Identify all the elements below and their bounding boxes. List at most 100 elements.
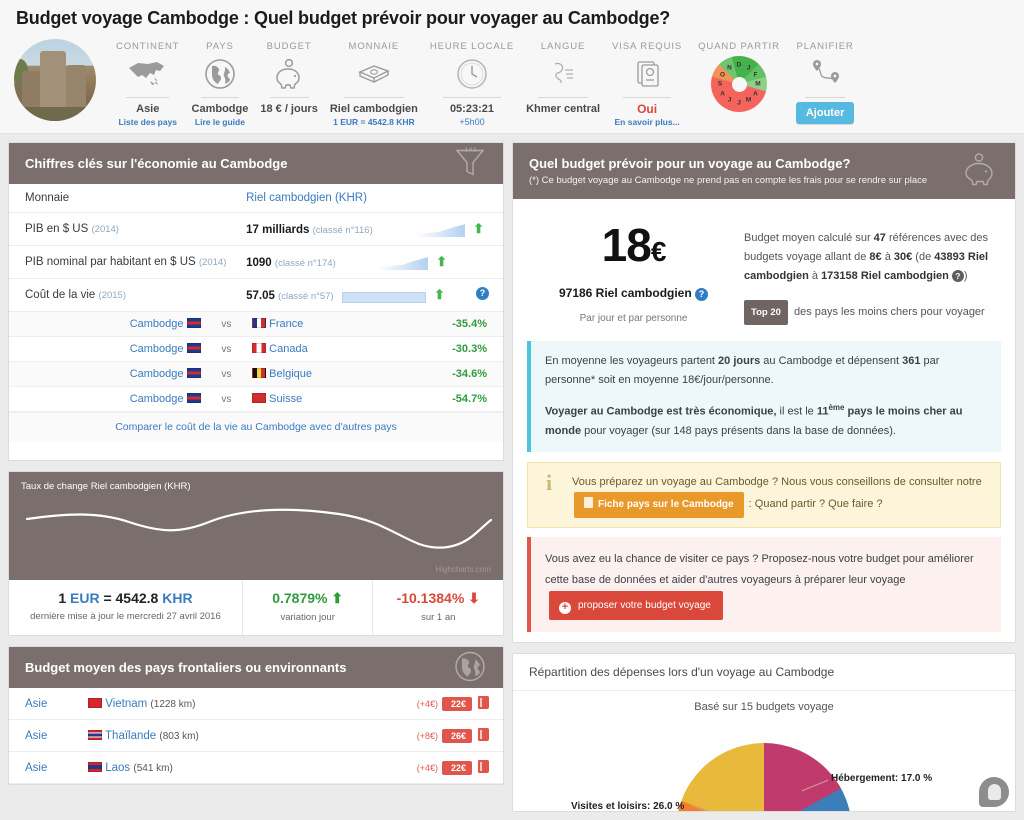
row-year: (2014) (198, 257, 227, 268)
month-label-J-1: J (746, 64, 751, 72)
row-key: Coût de la vie (25, 289, 96, 301)
flag-kh (186, 318, 201, 328)
fact-heure-locale: HEURE LOCALE 05:23:21 +5h00 (424, 41, 520, 129)
help-icon[interactable]: ? (695, 288, 709, 301)
country-link-left[interactable]: Cambodge (130, 393, 184, 405)
month-wheel[interactable]: DJFMAMJJASON (711, 56, 767, 112)
row-key: PIB nominal par habitant en $ US (25, 256, 196, 268)
country-link-right[interactable]: Canada (269, 343, 308, 355)
flag-kh (186, 393, 201, 403)
vs-label: vs (206, 361, 247, 387)
exchange-rate-footer: 1 EUR = 4542.8 KHR dernière mise à jour … (9, 580, 503, 635)
month-wheel-icon[interactable]: DJFMAMJJASON (698, 54, 780, 114)
delta-value: -34.6% (404, 361, 503, 387)
svg-text:1 0 1: 1 0 1 (465, 147, 476, 153)
delta: (+8€) (416, 731, 438, 741)
propose-budget-block: Vous avez eu la chance de visiter ce pay… (527, 536, 1001, 632)
table-row: Cambodge vs France -35.4% (9, 312, 503, 337)
table-row: Asie Thaïlande (803 km) (+8€) 26€ (9, 719, 503, 752)
top-text: des pays les moins chers pour voyager (793, 306, 985, 318)
expense-panel-title: Répartition des dépenses lors d'un voyag… (513, 654, 1015, 691)
row-year: (2015) (98, 290, 126, 301)
table-row: Coût de la vie (2015) 57.05 (classé n°57… (9, 278, 503, 312)
fact-monnaie-rate[interactable]: 1 EUR = 4542.8 KHR (330, 116, 418, 129)
country-link[interactable]: Laos (105, 762, 130, 774)
compare-cost-link[interactable]: Comparer le coût de la vie au Cambodge a… (115, 421, 397, 433)
fact-continent-link[interactable]: Liste des pays (116, 116, 180, 129)
continent-link[interactable]: Asie (25, 698, 47, 710)
price-tag: 26€ (441, 729, 472, 743)
page-header: Budget voyage Cambodge : Quel budget pré… (0, 0, 1024, 134)
table-row: Asie Laos (541 km) (+4€) 22€ (9, 751, 503, 784)
row-key: Monnaie (9, 184, 247, 213)
country-link-right[interactable]: France (269, 318, 303, 330)
guide-icon[interactable] (478, 760, 489, 773)
flag-fr (252, 318, 267, 328)
help-icon[interactable]: ? (476, 287, 489, 300)
country-guide-alert: i Vous préparez un voyage au Cambodge ? … (527, 461, 1001, 528)
row-rank: (classé n°57) (278, 291, 334, 302)
vs-label: vs (206, 386, 247, 412)
currency-link[interactable]: Riel cambodgien (KHR) (246, 192, 367, 204)
country-link[interactable]: Thaïlande (105, 730, 156, 742)
expense-chart-subtitle: Basé sur 15 budgets voyage (694, 700, 834, 713)
day-change-value: 0.7879% ⬆ (272, 590, 344, 606)
fact-budget-label: BUDGET (266, 41, 312, 52)
economy-panel-title: Chiffres clés sur l'économie au Cambodge (25, 156, 288, 171)
help-icon[interactable]: ? (951, 270, 964, 282)
average-note: En moyenne les voyageurs partent 20 jour… (527, 341, 1001, 452)
budget-riel: 97186 Riel cambodgien ? (531, 286, 736, 301)
country-link[interactable]: Vietnam (105, 698, 147, 710)
banknotes-icon (330, 54, 418, 94)
country-link-right[interactable]: Suisse (269, 393, 302, 405)
country-sheet-button[interactable]: Fiche pays sur le Cambodge (574, 491, 744, 518)
month-label-O-10: O (720, 71, 726, 78)
fact-continent-value: Asie (136, 103, 160, 115)
fact-pays-link[interactable]: Lire le guide (192, 116, 249, 129)
year-change-cell: -10.1384% ⬇ sur 1 an (373, 580, 503, 635)
fact-visa-link[interactable]: En savoir plus... (612, 116, 682, 129)
sparkline (343, 256, 428, 270)
info-icon: i (545, 469, 553, 495)
fact-pays-value: Cambodge (191, 103, 249, 115)
table-row: Cambodge vs Belgique -34.6% (9, 361, 503, 387)
lightbulb-icon[interactable] (979, 776, 1009, 807)
budget-panel-subtitle: (*) Ce budget voyage au Cambodge ne pren… (529, 175, 928, 186)
route-pin-icon (796, 54, 855, 94)
fact-planifier: PLANIFIER Ajouter (790, 41, 861, 124)
fact-budget: BUDGET 18 € / jours (254, 41, 323, 116)
add-button[interactable]: Ajouter (795, 102, 855, 124)
globe-icon (453, 649, 487, 686)
rate-cell: 1 EUR = 4542.8 KHR dernière mise à jour … (9, 580, 243, 635)
month-label-M-3: M (755, 80, 761, 88)
country-link-right[interactable]: Belgique (269, 368, 312, 380)
asia-map-icon (116, 54, 180, 94)
note-paragraph-1: En moyenne les voyageurs partent 20 jour… (545, 355, 940, 386)
guide-icon[interactable] (478, 696, 489, 709)
propose-budget-button[interactable]: + proposer votre budget voyage (549, 590, 723, 620)
fact-langue: LANGUE Khmer central (520, 41, 606, 116)
clock-icon (430, 54, 514, 94)
trend-up-icon: ⬆ (436, 254, 448, 269)
budget-summary: 18€ 97186 Riel cambodgien ? Par jour et … (513, 199, 1015, 333)
continent-link[interactable]: Asie (25, 730, 47, 742)
flag-ch (252, 393, 267, 403)
sparkline (380, 223, 465, 237)
fact-pays: PAYS Cambodge Lire le guide (186, 41, 255, 129)
propose-text: Vous avez eu la chance de visiter ce pay… (545, 552, 974, 586)
month-label-A-4: A (753, 90, 758, 97)
continent-link[interactable]: Asie (25, 762, 47, 774)
budget-amount-block: 18€ 97186 Riel cambodgien ? Par jour et … (531, 215, 736, 325)
fact-budget-value: 18 € / jours (260, 103, 318, 115)
delta: (+4€) (416, 763, 438, 773)
fact-continent-label: CONTINENT (116, 41, 180, 52)
guide-icon[interactable] (478, 728, 489, 741)
pie-label-visites: Visites et loisirs: 26.0 % (571, 800, 685, 811)
country-link-left[interactable]: Cambodge (130, 318, 184, 330)
fact-monnaie-label: MONNAIE (348, 41, 400, 52)
country-link-left[interactable]: Cambodge (130, 368, 184, 380)
delta-value: -30.3% (404, 336, 503, 362)
economy-table: Monnaie Riel cambodgien (KHR) PIB en $ U… (9, 184, 503, 312)
country-link-left[interactable]: Cambodge (130, 343, 184, 355)
year-change-value: -10.1384% ⬇ (396, 590, 480, 606)
